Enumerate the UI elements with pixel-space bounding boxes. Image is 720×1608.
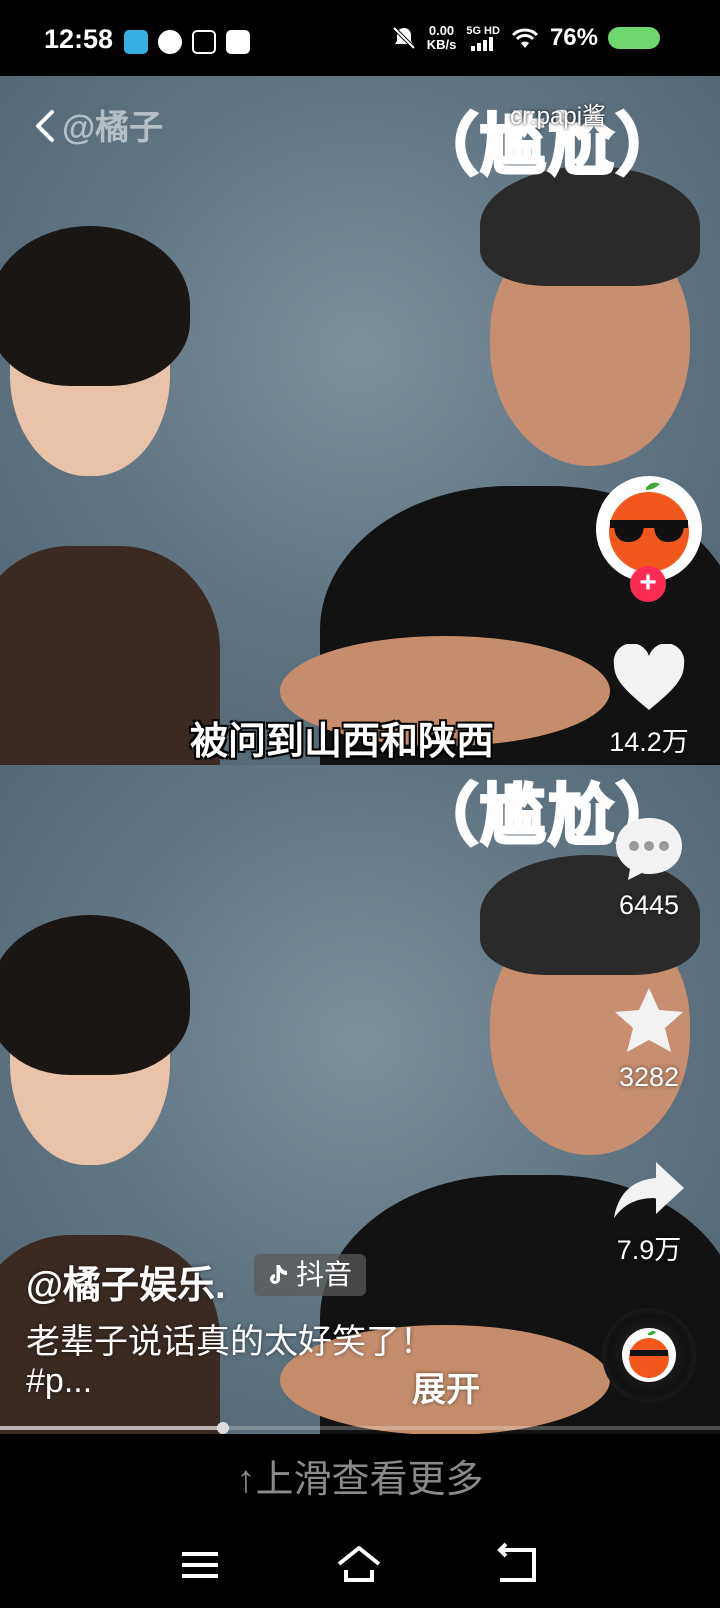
battery-percent: 76% [549,24,598,51]
heart-icon [613,644,685,710]
progress-fill [0,1426,224,1430]
follow-button[interactable]: + [630,566,666,602]
comment-bubble-icon [616,818,682,880]
favorite-button[interactable]: 3282 [596,986,702,1093]
status-bar: 12:58 0.00 KB/s 5G HD 76% [0,0,720,76]
video-description: 老辈子说话真的太好笑了！ [26,1323,434,1361]
video-progress-bar[interactable] [0,1422,720,1434]
account-watermark: @橘子 [62,109,164,147]
douyin-badge-label: 抖音 [296,1259,353,1290]
expand-button[interactable]: 展开 [412,1362,480,1411]
share-button[interactable]: 7.9万 [596,1160,702,1267]
comment-button[interactable]: 6445 [596,814,702,921]
menu-icon[interactable] [176,1540,226,1590]
orange-music-icon [629,1330,669,1378]
douyin-notification-icon [192,30,216,54]
favorite-count: 3282 [618,1062,680,1092]
douyin-logo-icon [270,1265,287,1284]
person-woman-hair [0,915,190,1075]
battery-icon [608,27,660,49]
telegram-icon [124,30,148,54]
wifi-icon [511,28,539,48]
person-woman-hair [0,226,190,386]
status-time: 12:58 [44,24,114,54]
share-count: 7.9万 [616,1235,682,1265]
author-name[interactable]: @橘子娱乐. [26,1254,226,1309]
share-arrow-icon [614,1162,684,1218]
signal-bars-icon [471,37,494,51]
comment-count: 6445 [618,890,680,920]
system-nav-bar [0,1530,720,1608]
mute-bell-icon [392,26,416,50]
person-woman-body [0,546,220,765]
notification-icons [124,30,250,54]
status-right: 0.00 KB/s 5G HD 76% [391,24,660,52]
chat-bubble-icon [158,30,182,54]
douyin-badge[interactable]: 抖音 [254,1254,367,1296]
cell-signal: 5G HD [466,25,500,51]
back-nav-icon[interactable] [494,1540,544,1590]
music-cover [622,1328,676,1382]
bus-app-icon [226,30,250,54]
network-speed: 0.00 KB/s [426,23,457,52]
like-button[interactable]: 14.2万 [596,644,702,759]
music-disc[interactable] [602,1308,696,1402]
video-subtitle: 被问到山西和陕西 [190,721,495,763]
home-icon[interactable] [334,1540,384,1590]
like-count: 14.2万 [609,727,689,757]
swipe-up-hint[interactable]: ↑上滑查看更多 [0,1448,720,1503]
star-icon [615,988,683,1052]
hashtag[interactable]: #p... [26,1362,92,1401]
back-arrow-icon[interactable] [26,106,66,146]
credit-watermark: cr:papi酱 [510,103,607,130]
